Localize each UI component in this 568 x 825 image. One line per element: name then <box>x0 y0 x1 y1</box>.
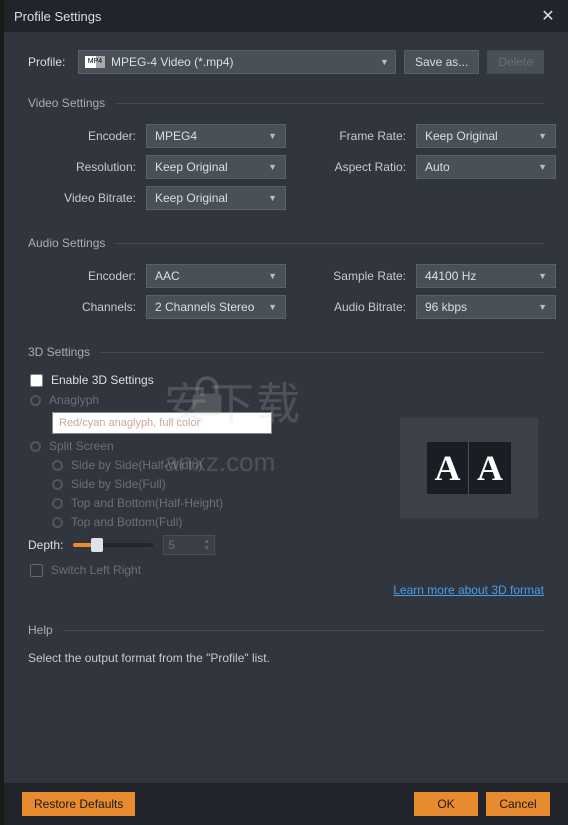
chevron-down-icon: ▼ <box>268 131 277 141</box>
video-bitrate-label: Video Bitrate: <box>28 191 136 205</box>
footer: Restore Defaults OK Cancel <box>4 783 568 825</box>
save-as-button[interactable]: Save as... <box>404 50 479 74</box>
profile-label: Profile: <box>28 55 70 69</box>
channels-select[interactable]: 2 Channels Stereo▼ <box>146 295 286 319</box>
help-heading: Help <box>28 623 544 637</box>
chevron-down-icon: ▼ <box>538 271 547 281</box>
audio-encoder-label: Encoder: <box>28 269 136 283</box>
ok-button[interactable]: OK <box>414 792 478 816</box>
resolution-label: Resolution: <box>28 160 136 174</box>
restore-defaults-button[interactable]: Restore Defaults <box>22 792 135 816</box>
tab-full-radio <box>52 517 63 528</box>
chevron-down-icon: ▼ <box>538 131 547 141</box>
samplerate-label: Sample Rate: <box>296 269 406 283</box>
anaglyph-label: Anaglyph <box>49 393 99 407</box>
aspect-select[interactable]: Auto▼ <box>416 155 556 179</box>
switch-lr-checkbox <box>30 564 43 577</box>
profile-value: MPEG-4 Video (*.mp4) <box>111 55 234 69</box>
framerate-select[interactable]: Keep Original▼ <box>416 124 556 148</box>
anaglyph-radio <box>30 395 41 406</box>
delete-button: Delete <box>487 50 544 74</box>
audio-settings-heading: Audio Settings <box>28 236 544 250</box>
3d-preview: AA <box>400 418 538 518</box>
channels-label: Channels: <box>28 300 136 314</box>
splitscreen-radio <box>30 441 41 452</box>
chevron-down-icon: ▼ <box>268 193 277 203</box>
audio-bitrate-label: Audio Bitrate: <box>296 300 406 314</box>
video-encoder-label: Encoder: <box>28 129 136 143</box>
aspect-label: Aspect Ratio: <box>296 160 406 174</box>
titlebar: Profile Settings ✕ <box>4 0 568 32</box>
framerate-label: Frame Rate: <box>296 129 406 143</box>
resolution-select[interactable]: Keep Original▼ <box>146 155 286 179</box>
video-encoder-select[interactable]: MPEG4▼ <box>146 124 286 148</box>
close-icon[interactable]: ✕ <box>538 6 558 26</box>
audio-bitrate-select[interactable]: 96 kbps▼ <box>416 295 556 319</box>
profile-select[interactable]: MP4 MPEG-4 Video (*.mp4) ▼ <box>78 50 396 74</box>
samplerate-select[interactable]: 44100 Hz▼ <box>416 264 556 288</box>
enable-3d-checkbox[interactable] <box>30 374 43 387</box>
switch-lr-label: Switch Left Right <box>51 563 141 577</box>
sbs-full-radio <box>52 479 63 490</box>
depth-spinner[interactable]: 5 ▲▼ <box>163 535 215 555</box>
chevron-down-icon: ▼ <box>380 57 389 67</box>
tab-half-radio <box>52 498 63 509</box>
chevron-down-icon: ▼ <box>538 302 547 312</box>
enable-3d-label: Enable 3D Settings <box>51 373 154 387</box>
mp4-icon: MP4 <box>85 56 105 68</box>
chevron-down-icon: ▼ <box>268 302 277 312</box>
anaglyph-type-input: Red/cyan anaglyph, full color <box>52 412 272 434</box>
chevron-down-icon: ▼ <box>538 162 547 172</box>
video-bitrate-select[interactable]: Keep Original▼ <box>146 186 286 210</box>
depth-label: Depth: <box>28 538 63 552</box>
help-text: Select the output format from the "Profi… <box>28 651 544 665</box>
3d-settings-heading: 3D Settings <box>28 345 544 359</box>
chevron-down-icon: ▼ <box>268 162 277 172</box>
cancel-button[interactable]: Cancel <box>486 792 550 816</box>
splitscreen-label: Split Screen <box>49 439 114 453</box>
window-title: Profile Settings <box>14 9 101 24</box>
audio-encoder-select[interactable]: AAC▼ <box>146 264 286 288</box>
chevron-down-icon: ▼ <box>268 271 277 281</box>
sbs-half-radio <box>52 460 63 471</box>
video-settings-heading: Video Settings <box>28 96 544 110</box>
depth-slider[interactable] <box>73 543 153 547</box>
learn-more-link[interactable]: Learn more about 3D format <box>28 583 544 597</box>
